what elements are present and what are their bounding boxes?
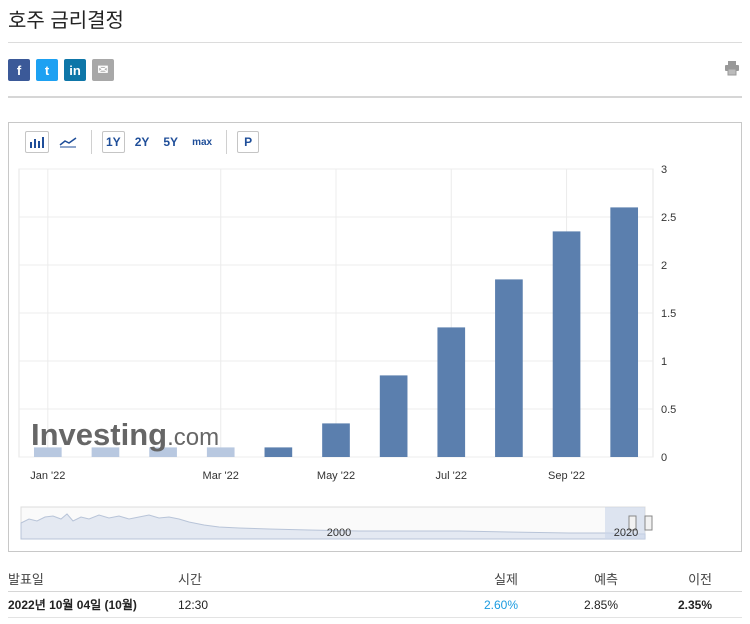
x-tick-label: May '22 bbox=[317, 470, 355, 482]
x-axis-labels: Jan '22 Mar '22 May '22 Jul '22 Sep '22 bbox=[30, 470, 585, 482]
cell-actual: 2.60% bbox=[483, 597, 518, 612]
navigator-label-2020: 2020 bbox=[614, 527, 638, 539]
y-tick-label: 2 bbox=[661, 260, 667, 272]
facebook-share-button[interactable]: f bbox=[8, 59, 30, 81]
x-tick-label: Mar '22 bbox=[203, 470, 239, 482]
email-icon: ✉ bbox=[97, 62, 109, 77]
navigator-label-2000: 2000 bbox=[327, 527, 351, 539]
y-tick-label: 2.5 bbox=[661, 212, 676, 224]
header-time: 시간 bbox=[178, 572, 202, 587]
header-actual: 실제 bbox=[494, 572, 518, 587]
header-release-date: 발표일 bbox=[8, 572, 44, 587]
linkedin-share-button[interactable]: in bbox=[64, 59, 86, 81]
email-share-button[interactable]: ✉ bbox=[92, 59, 114, 81]
chart-panel: 1Y 2Y 5Y max P Investing.com 0 0.5 1 1.5 2 2.… bbox=[8, 122, 742, 552]
table-row: 2022년 10월 04일 (10월) 12:30 2.60% 2.85% 2.… bbox=[8, 592, 742, 618]
y-axis-labels: 0 0.5 1 1.5 2 2.5 3 bbox=[661, 164, 676, 464]
bar-oct-22[interactable] bbox=[610, 207, 639, 457]
header-forecast: 예측 bbox=[594, 572, 618, 587]
bar-jul-22[interactable] bbox=[437, 327, 466, 457]
bar-may-22[interactable] bbox=[322, 423, 350, 457]
navigator[interactable]: 2000 2020 bbox=[20, 506, 653, 540]
y-tick-label: 3 bbox=[661, 164, 667, 176]
header-divider bbox=[8, 96, 742, 98]
share-bar: f t in ✉ bbox=[8, 59, 114, 81]
x-tick-label: Jul '22 bbox=[436, 470, 467, 482]
twitter-share-button[interactable]: t bbox=[36, 59, 58, 81]
header-previous: 이전 bbox=[688, 572, 712, 587]
x-tick-label: Jan '22 bbox=[30, 470, 65, 482]
x-tick-label: Sep '22 bbox=[548, 470, 585, 482]
title-divider bbox=[8, 42, 742, 43]
page-title: 호주 금리결정 bbox=[8, 10, 124, 32]
bar-sep-22[interactable] bbox=[552, 231, 581, 457]
printer-icon bbox=[725, 61, 739, 76]
bar-jun-22[interactable] bbox=[379, 375, 408, 457]
y-tick-label: 0.5 bbox=[661, 404, 676, 416]
twitter-icon: t bbox=[44, 62, 50, 78]
release-table: 발표일 시간 실제 예측 이전 2022년 10월 04일 (10월) 12:3… bbox=[8, 566, 742, 618]
linkedin-icon: in bbox=[69, 62, 81, 78]
cell-time: 12:30 bbox=[178, 597, 209, 612]
y-tick-label: 1.5 bbox=[661, 308, 676, 320]
cell-release-date: 2022년 10월 04일 (10월) bbox=[8, 598, 137, 612]
table-header: 발표일 시간 실제 예측 이전 bbox=[8, 566, 742, 592]
navigator-handle-right[interactable] bbox=[644, 515, 653, 531]
print-button[interactable] bbox=[724, 60, 740, 76]
y-tick-label: 0 bbox=[661, 452, 667, 464]
bar-aug-22[interactable] bbox=[495, 279, 523, 457]
bar-apr-22[interactable] bbox=[264, 447, 293, 457]
cell-previous: 2.35% bbox=[677, 597, 712, 612]
facebook-icon: f bbox=[16, 62, 22, 78]
bar-chart: Investing.com 00.511.522.53 Jan '22 Mar '… bbox=[18, 164, 676, 540]
cell-forecast: 2.85% bbox=[583, 597, 618, 612]
y-tick-label: 1 bbox=[661, 356, 667, 368]
